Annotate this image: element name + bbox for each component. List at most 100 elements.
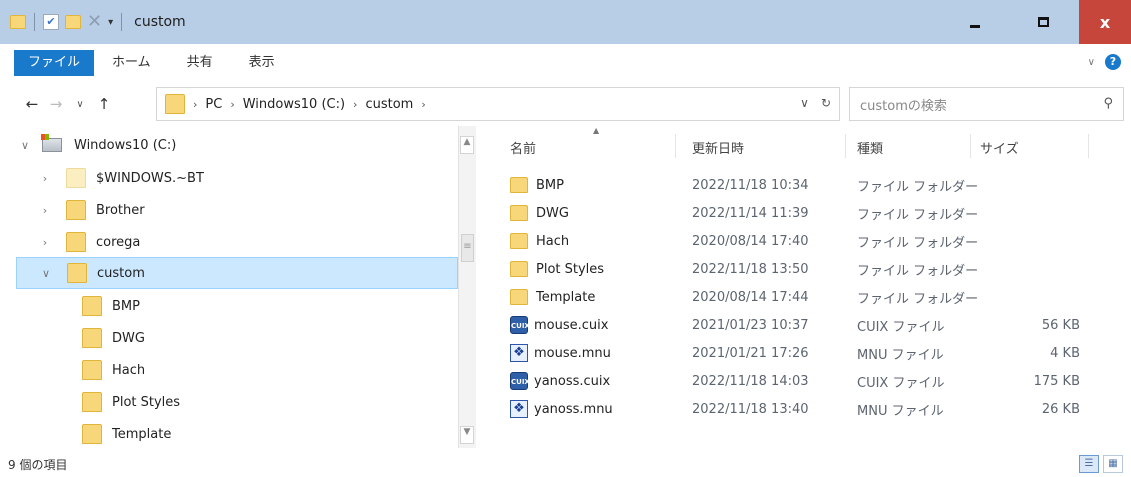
close-button[interactable]: x: [1079, 0, 1131, 44]
tree-item-label: Plot Styles: [112, 394, 181, 410]
divider[interactable]: [675, 134, 676, 158]
tree-item-brother[interactable]: › Brother: [36, 194, 458, 226]
file-type: CUIX ファイル: [857, 319, 945, 335]
address-dropdown-icon[interactable]: ∨: [800, 96, 809, 110]
table-row[interactable]: ❖ mouse.mnu 2021/01/21 17:26 MNU ファイル 4 K…: [510, 339, 1080, 367]
breadcrumb-separator-icon[interactable]: ›: [193, 98, 197, 111]
file-type: CUIX ファイル: [857, 375, 945, 391]
table-row[interactable]: CUIX yanoss.cuix 2022/11/18 14:03 CUIX ファ…: [510, 367, 1080, 395]
help-icon[interactable]: ?: [1105, 54, 1121, 70]
file-name: yanoss.mnu: [534, 401, 613, 417]
maximize-icon: [1037, 17, 1049, 27]
address-bar[interactable]: › PC › Windows10 (C:) › custom › ∨ ↻: [156, 87, 840, 121]
scroll-down-icon[interactable]: ▼: [460, 426, 474, 444]
file-type: MNU ファイル: [857, 403, 944, 419]
breadcrumb-separator-icon[interactable]: ›: [421, 98, 425, 111]
delete-icon[interactable]: ✕: [87, 13, 102, 31]
file-date: 2022/11/18 13:50: [692, 261, 809, 277]
details-view-icon[interactable]: ☰: [1079, 455, 1099, 473]
table-row[interactable]: CUIX mouse.cuix 2021/01/23 10:37 CUIX ファイ…: [510, 311, 1080, 339]
new-folder-icon[interactable]: [65, 15, 81, 29]
folder-icon: [165, 94, 185, 114]
quick-access-toolbar: ✔ ✕ ▾: [0, 13, 124, 31]
tree-item-dwg[interactable]: DWG: [70, 322, 458, 354]
table-row[interactable]: Hach 2020/08/14 17:40 ファイル フォルダー: [510, 227, 1080, 255]
table-row[interactable]: BMP 2022/11/18 10:34 ファイル フォルダー: [510, 171, 1080, 199]
window-title: custom: [134, 14, 186, 30]
tab-share[interactable]: 共有: [169, 50, 231, 76]
file-date: 2022/11/18 13:40: [692, 401, 809, 417]
large-icons-view-icon[interactable]: ▦: [1103, 455, 1123, 473]
file-date: 2020/08/14 17:44: [692, 289, 809, 305]
breadcrumb-pc[interactable]: PC: [205, 97, 222, 112]
item-count: 9 個の項目: [8, 458, 68, 472]
maximize-button[interactable]: [1007, 0, 1079, 44]
tab-home[interactable]: ホーム: [94, 50, 169, 76]
expand-ribbon-icon[interactable]: ∨: [1088, 57, 1095, 68]
file-size: 4 KB: [1050, 345, 1080, 361]
table-row[interactable]: Template 2020/08/14 17:44 ファイル フォルダー: [510, 283, 1080, 311]
column-header-name-label: 名前: [510, 141, 537, 157]
tree-item-plot-styles[interactable]: Plot Styles: [70, 386, 458, 418]
file-type: ファイル フォルダー: [857, 179, 979, 195]
chevron-right-icon[interactable]: ›: [36, 236, 54, 249]
scroll-up-icon[interactable]: ▲: [460, 136, 474, 154]
tree-item-drive[interactable]: ∨ Windows10 (C:): [16, 129, 458, 161]
breadcrumb-separator-icon[interactable]: ›: [230, 98, 234, 111]
column-header-size[interactable]: サイズ: [980, 132, 1019, 162]
file-date: 2021/01/21 17:26: [692, 345, 809, 361]
drive-icon: [41, 134, 62, 152]
column-header-type[interactable]: 種類: [857, 132, 883, 162]
tree-item-windows-bt[interactable]: › $WINDOWS.~BT: [36, 162, 458, 194]
divider[interactable]: [845, 134, 846, 158]
nav-scrollbar[interactable]: ▲ ≡ ▼: [458, 126, 476, 448]
tree-item-hach[interactable]: Hach: [70, 354, 458, 386]
file-name: DWG: [536, 205, 569, 221]
title-bar: ✔ ✕ ▾ custom x: [0, 0, 1131, 44]
back-icon[interactable]: ←: [20, 95, 44, 113]
table-row[interactable]: ❖ yanoss.mnu 2022/11/18 13:40 MNU ファイル 26…: [510, 395, 1080, 423]
file-list: 名前 ▲ 更新日時 種類 サイズ BMP 2022/11/18 10:34 ファ…: [490, 126, 1090, 448]
refresh-icon[interactable]: ↻: [821, 96, 831, 110]
chevron-down-icon[interactable]: ∨: [37, 267, 55, 280]
properties-icon[interactable]: ✔: [43, 14, 59, 30]
table-row[interactable]: DWG 2022/11/14 11:39 ファイル フォルダー: [510, 199, 1080, 227]
chevron-down-icon[interactable]: ∨: [16, 139, 34, 152]
file-name: mouse.cuix: [534, 317, 609, 333]
tree-item-bmp[interactable]: BMP: [70, 290, 458, 322]
cuix-file-icon: CUIX: [510, 316, 530, 334]
scroll-thumb[interactable]: ≡: [461, 234, 474, 262]
tree-item-template[interactable]: Template: [70, 418, 458, 450]
customize-dropdown-icon[interactable]: ▾: [108, 17, 113, 28]
up-icon[interactable]: ↑: [92, 95, 116, 113]
breadcrumb-drive[interactable]: Windows10 (C:): [243, 97, 345, 112]
chevron-right-icon[interactable]: ›: [36, 204, 54, 217]
file-size: 175 KB: [1033, 373, 1080, 389]
breadcrumb-custom[interactable]: custom: [365, 97, 413, 112]
folder-icon: [82, 424, 102, 444]
folder-icon: [82, 328, 102, 348]
folder-icon: [66, 168, 86, 188]
tree-item-label: Windows10 (C:): [74, 137, 177, 153]
mnu-file-icon: ❖: [510, 400, 528, 418]
divider[interactable]: [970, 134, 971, 158]
tree-item-corega[interactable]: › corega: [36, 226, 458, 258]
tree-item-custom[interactable]: ∨ custom: [16, 257, 458, 289]
table-row[interactable]: Plot Styles 2022/11/18 13:50 ファイル フォルダー: [510, 255, 1080, 283]
divider[interactable]: [1088, 134, 1089, 158]
column-header-date[interactable]: 更新日時: [692, 132, 744, 162]
minimize-button[interactable]: [943, 0, 1007, 44]
search-input[interactable]: customの検索 ⚲: [849, 87, 1124, 121]
mnu-file-icon: ❖: [510, 344, 528, 362]
file-date: 2020/08/14 17:40: [692, 233, 809, 249]
tab-file[interactable]: ファイル: [14, 50, 95, 76]
recent-locations-icon[interactable]: ∨: [68, 99, 92, 110]
column-header-size-label: サイズ: [980, 141, 1019, 157]
file-name: Plot Styles: [536, 261, 605, 277]
column-header-name[interactable]: 名前: [510, 132, 536, 162]
search-icon[interactable]: ⚲: [1103, 96, 1113, 111]
forward-icon[interactable]: →: [44, 95, 68, 113]
breadcrumb-separator-icon[interactable]: ›: [353, 98, 357, 111]
tab-view[interactable]: 表示: [231, 50, 293, 76]
chevron-right-icon[interactable]: ›: [36, 172, 54, 185]
